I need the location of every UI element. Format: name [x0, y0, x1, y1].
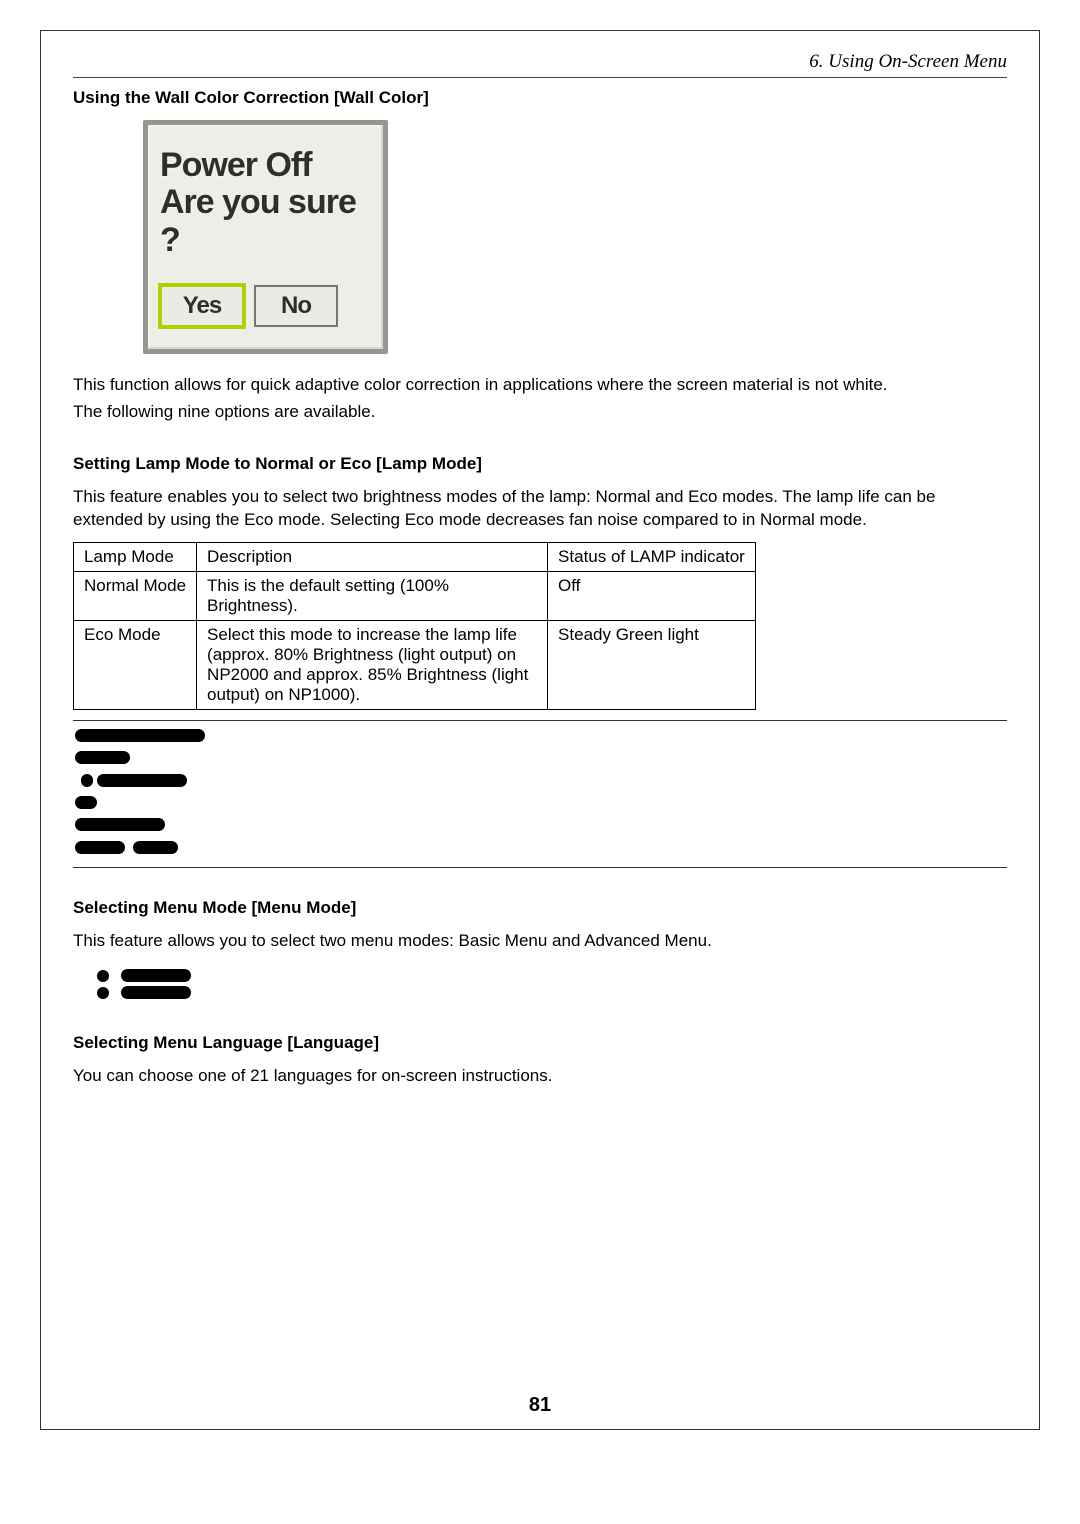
redacted-line	[81, 774, 93, 787]
power-off-dialog: Power Off Are you sure ? Yes No	[143, 120, 388, 354]
bullet-row	[97, 967, 1007, 984]
language-title: Selecting Menu Language [Language]	[73, 1033, 1007, 1053]
cell-desc-normal: This is the default setting (100% Bright…	[197, 571, 548, 620]
chapter-header: 6. Using On-Screen Menu	[73, 51, 1007, 78]
table-row: Eco Mode Select this mode to increase th…	[74, 620, 756, 709]
bullet-icon	[97, 970, 109, 982]
redacted-bullets	[73, 967, 1007, 1001]
chapter-text: 6. Using On-Screen Menu	[809, 51, 1007, 72]
yes-button[interactable]: Yes	[160, 285, 244, 327]
redacted-line	[75, 729, 205, 742]
lamp-mode-table: Lamp Mode Description Status of LAMP ind…	[73, 542, 756, 710]
dialog-line2: Are you sure ?	[160, 183, 356, 258]
dialog-title: Power Off Are you sure ?	[148, 125, 383, 265]
redacted-line	[97, 774, 187, 787]
menu-mode-title: Selecting Menu Mode [Menu Mode]	[73, 898, 1007, 918]
language-para: You can choose one of 21 languages for o…	[73, 1065, 1007, 1088]
no-button[interactable]: No	[254, 285, 338, 327]
table-row: Normal Mode This is the default setting …	[74, 571, 756, 620]
redacted-line	[75, 841, 125, 854]
dialog-line1: Power Off	[160, 146, 312, 184]
lamp-mode-title: Setting Lamp Mode to Normal or Eco [Lamp…	[73, 454, 1007, 474]
page-number: 81	[41, 1394, 1039, 1417]
redacted-line	[75, 818, 165, 831]
wall-color-para2: The following nine options are available…	[73, 401, 1007, 424]
redacted-line	[121, 969, 191, 982]
lamp-mode-para: This feature enables you to select two b…	[73, 486, 1007, 532]
cell-desc-eco: Select this mode to increase the lamp li…	[197, 620, 548, 709]
col-status: Status of LAMP indicator	[548, 542, 756, 571]
redacted-line	[75, 796, 97, 809]
table-header-row: Lamp Mode Description Status of LAMP ind…	[74, 542, 756, 571]
redacted-line	[133, 841, 178, 854]
cell-status-eco: Steady Green light	[548, 620, 756, 709]
bullet-row	[97, 984, 1007, 1001]
redacted-line	[121, 986, 191, 999]
cell-status-normal: Off	[548, 571, 756, 620]
redacted-note-block	[73, 727, 1007, 861]
col-description: Description	[197, 542, 548, 571]
menu-mode-para: This feature allows you to select two me…	[73, 930, 1007, 953]
divider	[73, 720, 1007, 721]
divider	[73, 867, 1007, 868]
wall-color-para1: This function allows for quick adaptive …	[73, 374, 1007, 397]
bullet-icon	[97, 987, 109, 999]
dialog-button-row: Yes No	[148, 265, 383, 349]
cell-mode-eco: Eco Mode	[74, 620, 197, 709]
redacted-line	[75, 751, 130, 764]
cell-mode-normal: Normal Mode	[74, 571, 197, 620]
page-container: 6. Using On-Screen Menu Using the Wall C…	[40, 30, 1040, 1430]
col-lamp-mode: Lamp Mode	[74, 542, 197, 571]
wall-color-title: Using the Wall Color Correction [Wall Co…	[73, 88, 1007, 108]
